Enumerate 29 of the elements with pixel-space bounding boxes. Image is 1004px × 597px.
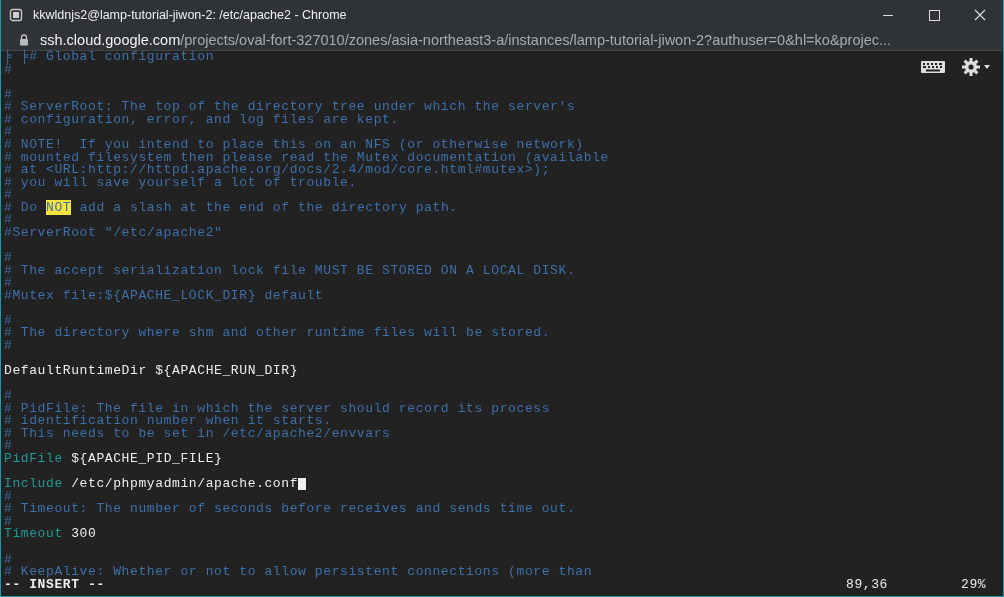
code-comment: add a slash at the end of the directory path. [78, 199, 458, 215]
scroll-percent: 29% [961, 578, 987, 592]
code-comment: # [4, 551, 13, 567]
url-text: ssh.cloud.google.com/projects/oval-fort-327010/zones/asia-northeast3-a/instances/lamp-tutorial-jiwon-2?authuser=0&hl=ko&projec... [40, 32, 892, 48]
code-comment: ╞ ╞# Global configuration [4, 49, 215, 64]
code-keyword: Timeout [4, 526, 63, 542]
keyboard-icon[interactable] [921, 61, 945, 73]
code-comment: # [4, 250, 13, 265]
text-cursor [298, 478, 307, 491]
terminal-icon [9, 8, 23, 22]
code-comment: # [4, 61, 13, 77]
code-comment: # [4, 86, 13, 102]
settings-icon[interactable] [961, 57, 991, 77]
window-title: kkwldnjs2@lamp-tutorial-jiwon-2: /etc/apache2 - Chrome [33, 8, 348, 22]
code-comment: # KeepAlive: Whether or not to allow persistent connections (more than [4, 564, 593, 580]
code-comment: # [4, 438, 13, 454]
code-keyword: PidFile [4, 451, 63, 466]
address-bar[interactable]: ssh.cloud.google.com/projects/oval-fort-327010/zones/asia-northeast3-a/instances/lamp-tutorial-jiwon-2?authuser=0&hl=ko&projec... [1, 30, 1003, 51]
code-comment: # [4, 312, 13, 328]
code-text: /etc/phpmyadmin/apache.conf [70, 476, 299, 492]
mode-indicator: -- INSERT -- [4, 578, 106, 592]
code-comment: # The accept serialization lock file MUST BE STORED ON A LOCAL DISK. [4, 262, 576, 278]
cursor-position: 89,36 [846, 578, 889, 592]
code-comment: # ServerRoot: The top of the directory tree under which the server's [4, 99, 576, 115]
search-highlight: NOT [46, 199, 72, 215]
code-text: 300 [70, 526, 97, 542]
code-text: DefaultRuntimeDir ${APACHE_RUN_DIR} [4, 363, 299, 379]
code-text: ${APACHE_PID_FILE} [70, 451, 223, 466]
lock-icon [19, 34, 29, 46]
